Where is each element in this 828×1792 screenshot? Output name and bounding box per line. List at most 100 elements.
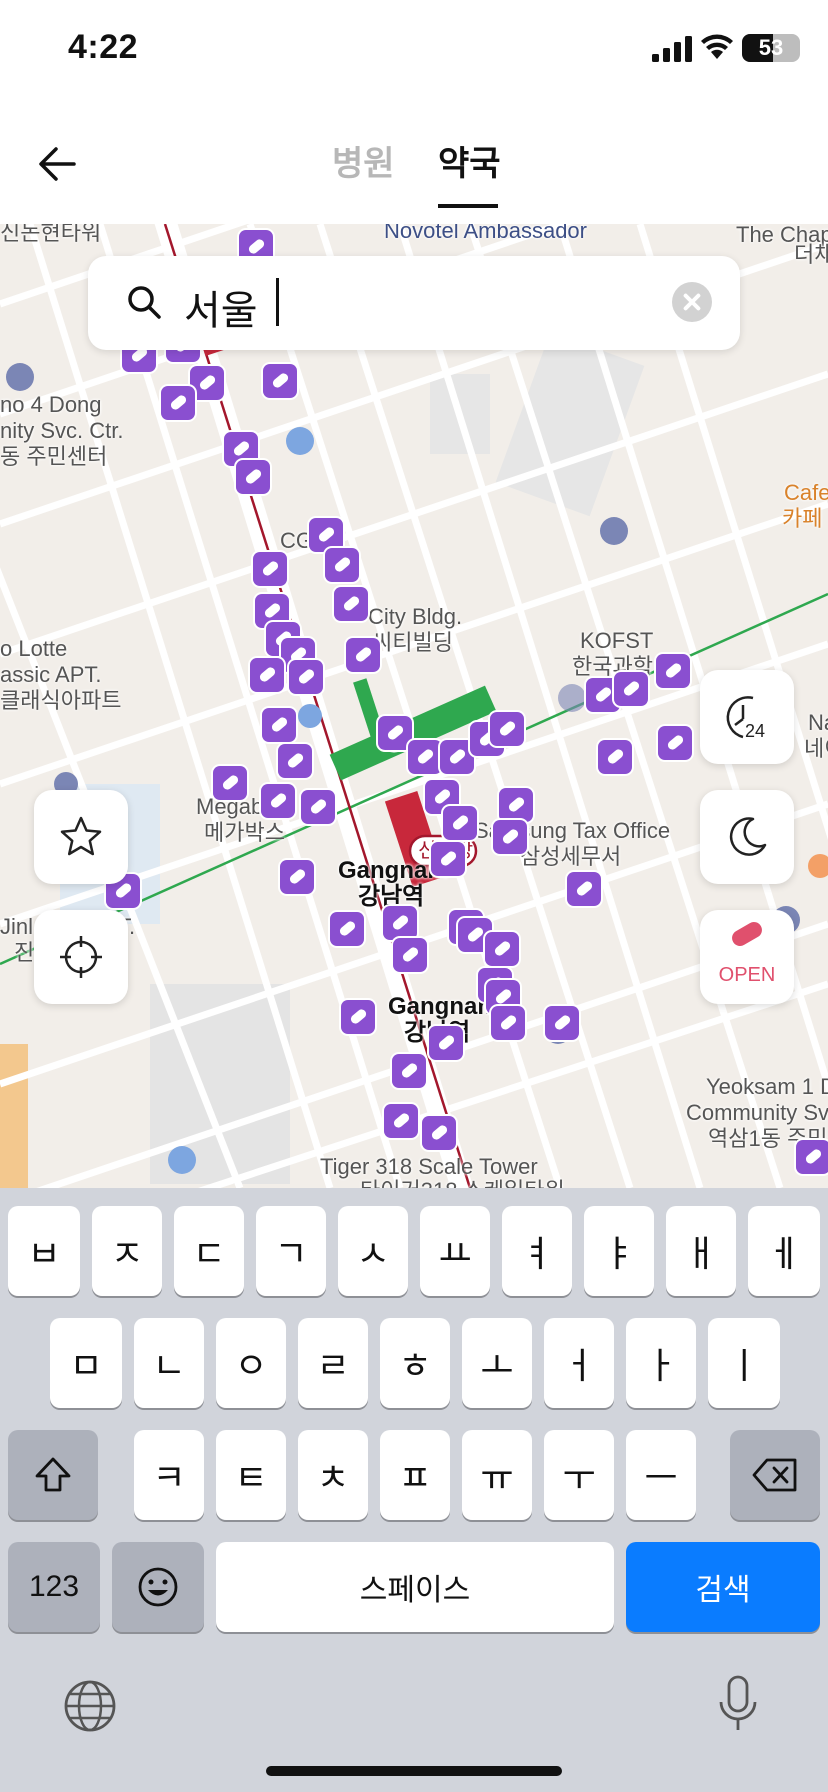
numbers-key[interactable]: 123 bbox=[8, 1542, 100, 1632]
tab-pharmacy[interactable]: 약국 bbox=[438, 136, 501, 185]
key[interactable]: ㅡ bbox=[626, 1430, 696, 1520]
pharmacy-pin[interactable] bbox=[213, 766, 247, 800]
key[interactable]: ㅔ bbox=[748, 1206, 820, 1296]
pharmacy-pin[interactable] bbox=[161, 386, 195, 420]
key[interactable]: ㅈ bbox=[92, 1206, 162, 1296]
pharmacy-pin[interactable] bbox=[499, 788, 533, 822]
pharmacy-pin[interactable] bbox=[383, 906, 417, 940]
globe-icon[interactable] bbox=[62, 1678, 118, 1734]
map-label: Novotel Ambassador bbox=[384, 224, 587, 243]
tab-hospital[interactable]: 병원 bbox=[332, 136, 395, 185]
pharmacy-pin[interactable] bbox=[485, 932, 519, 966]
search-bar[interactable]: 서울 bbox=[88, 256, 740, 350]
pharmacy-pin[interactable] bbox=[429, 1026, 463, 1060]
pharmacy-pin[interactable] bbox=[378, 716, 412, 750]
pharmacy-pin[interactable] bbox=[341, 1000, 375, 1034]
24-hour-filter-button[interactable]: 24 bbox=[700, 670, 794, 764]
current-location-button[interactable] bbox=[34, 910, 128, 1004]
map-label: o Lotte bbox=[0, 636, 68, 661]
pharmacy-pin[interactable] bbox=[334, 587, 368, 621]
pharmacy-pin[interactable] bbox=[278, 744, 312, 778]
key[interactable]: ㅌ bbox=[216, 1430, 286, 1520]
key[interactable]: ㅛ bbox=[420, 1206, 490, 1296]
pharmacy-pin[interactable] bbox=[261, 784, 295, 818]
svg-text:24: 24 bbox=[745, 721, 765, 741]
key[interactable]: ㅂ bbox=[8, 1206, 80, 1296]
key[interactable]: ㅜ bbox=[544, 1430, 614, 1520]
key[interactable]: ㅋ bbox=[134, 1430, 204, 1520]
pharmacy-pin[interactable] bbox=[614, 672, 648, 706]
pharmacy-pin[interactable] bbox=[289, 660, 323, 694]
pharmacy-pin[interactable] bbox=[250, 658, 284, 692]
pharmacy-pin[interactable] bbox=[545, 1006, 579, 1040]
key[interactable]: ㅊ bbox=[298, 1430, 368, 1520]
pharmacy-pin[interactable] bbox=[190, 366, 224, 400]
backspace-key[interactable] bbox=[730, 1430, 820, 1520]
key[interactable]: ㅏ bbox=[626, 1318, 696, 1408]
pharmacy-pin[interactable] bbox=[493, 820, 527, 854]
map-label: Na bbox=[808, 710, 828, 735]
crosshair-icon bbox=[60, 936, 102, 978]
emoji-key[interactable] bbox=[112, 1542, 204, 1632]
key[interactable]: ㅑ bbox=[584, 1206, 654, 1296]
key[interactable]: ㄷ bbox=[174, 1206, 244, 1296]
pharmacy-pin[interactable] bbox=[796, 1140, 828, 1174]
pharmacy-pin[interactable] bbox=[393, 938, 427, 972]
key[interactable]: ㅇ bbox=[216, 1318, 286, 1408]
pharmacy-pin[interactable] bbox=[236, 460, 270, 494]
open-now-filter-button[interactable]: OPEN bbox=[700, 910, 794, 1004]
key[interactable]: ㅕ bbox=[502, 1206, 572, 1296]
pharmacy-pin[interactable] bbox=[280, 860, 314, 894]
status-bar: 4:22 53 bbox=[0, 0, 828, 100]
pharmacy-pin[interactable] bbox=[330, 912, 364, 946]
night-filter-button[interactable] bbox=[700, 790, 794, 884]
pharmacy-pin[interactable] bbox=[567, 872, 601, 906]
key[interactable]: ㅗ bbox=[462, 1318, 532, 1408]
pharmacy-pin[interactable] bbox=[346, 638, 380, 672]
pharmacy-pin[interactable] bbox=[301, 790, 335, 824]
key[interactable]: ㄱ bbox=[256, 1206, 326, 1296]
key[interactable]: ㅅ bbox=[338, 1206, 408, 1296]
key[interactable]: ㅍ bbox=[380, 1430, 450, 1520]
space-key[interactable]: 스페이스 bbox=[216, 1542, 614, 1632]
battery-icon: 53 bbox=[742, 34, 800, 62]
pharmacy-pin[interactable] bbox=[384, 1104, 418, 1138]
search-input[interactable]: 서울 bbox=[184, 278, 258, 336]
key[interactable]: ㅎ bbox=[380, 1318, 450, 1408]
pharmacy-pin[interactable] bbox=[440, 740, 474, 774]
pharmacy-pin[interactable] bbox=[658, 726, 692, 760]
key[interactable]: ㅓ bbox=[544, 1318, 614, 1408]
pharmacy-pin[interactable] bbox=[491, 1006, 525, 1040]
pharmacy-pin[interactable] bbox=[263, 364, 297, 398]
pharmacy-pin[interactable] bbox=[262, 708, 296, 742]
clear-search-icon[interactable] bbox=[672, 282, 712, 322]
pharmacy-pin[interactable] bbox=[253, 552, 287, 586]
pharmacy-pin[interactable] bbox=[309, 518, 343, 552]
key[interactable]: ㄴ bbox=[134, 1318, 204, 1408]
back-arrow-icon[interactable] bbox=[34, 140, 82, 188]
map-label: Cafe bbox=[784, 480, 828, 505]
pharmacy-pin[interactable] bbox=[325, 548, 359, 582]
pharmacy-pin[interactable] bbox=[431, 842, 465, 876]
pharmacy-pin[interactable] bbox=[598, 740, 632, 774]
key[interactable]: ㅐ bbox=[666, 1206, 736, 1296]
pharmacy-pin[interactable] bbox=[490, 712, 524, 746]
pharmacy-pin[interactable] bbox=[408, 740, 442, 774]
pharmacy-pin[interactable] bbox=[656, 654, 690, 688]
microphone-icon[interactable] bbox=[714, 1674, 762, 1734]
key[interactable]: ㅠ bbox=[462, 1430, 532, 1520]
shift-key[interactable] bbox=[8, 1430, 98, 1520]
search-key[interactable]: 검색 bbox=[626, 1542, 820, 1632]
map-label: 씨티빌딩 bbox=[372, 630, 453, 655]
status-time: 4:22 bbox=[68, 28, 139, 66]
key[interactable]: ㄹ bbox=[298, 1318, 368, 1408]
map-label: 네이 bbox=[804, 736, 828, 761]
pharmacy-pin[interactable] bbox=[443, 806, 477, 840]
map-label: 카페 bbox=[782, 506, 823, 531]
key[interactable]: ㅁ bbox=[50, 1318, 122, 1408]
favorites-button[interactable] bbox=[34, 790, 128, 884]
pharmacy-pin[interactable] bbox=[392, 1054, 426, 1088]
pharmacy-pin[interactable] bbox=[422, 1116, 456, 1150]
map-view[interactable]: 신논현타워 Novotel Ambassador The Chap 더채 no … bbox=[0, 224, 828, 1188]
key[interactable]: ㅣ bbox=[708, 1318, 780, 1408]
